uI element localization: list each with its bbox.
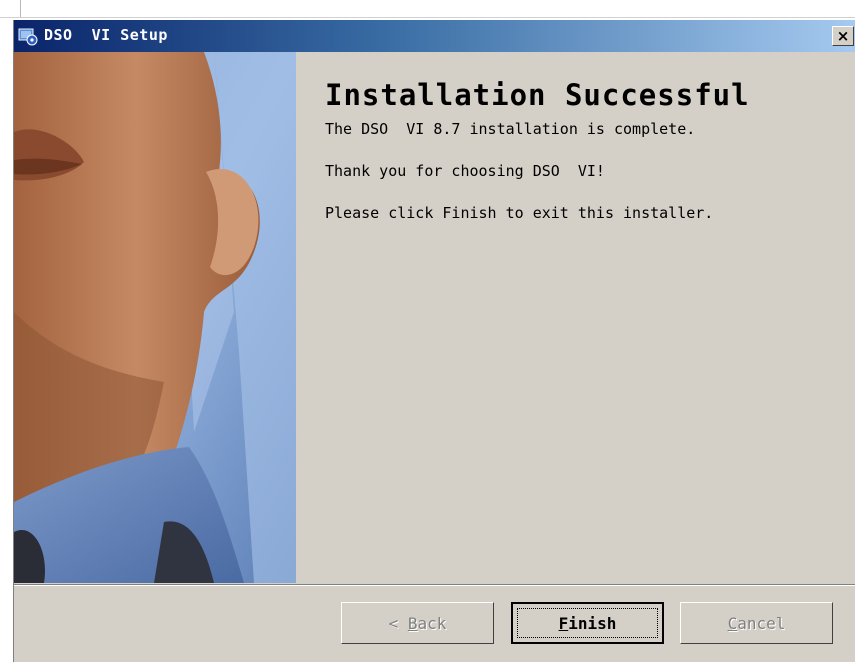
- close-button[interactable]: ×: [832, 26, 854, 46]
- finish-instruction: Please click Finish to exit this install…: [325, 204, 714, 222]
- finish-button[interactable]: Finish: [511, 602, 664, 644]
- page-heading: Installation Successful: [325, 78, 750, 112]
- back-button-label: < Back: [388, 613, 447, 633]
- content-panel: Installation Successful The DSO VI 8.7 i…: [325, 78, 750, 222]
- title-bar[interactable]: DSO VI Setup ×: [14, 20, 855, 52]
- back-button[interactable]: < Back: [341, 602, 494, 644]
- focus-rect: [517, 608, 658, 638]
- desktop-guide-line: [20, 0, 21, 17]
- cancel-button-label: Cancel: [727, 613, 786, 633]
- setup-app-icon: [18, 28, 38, 46]
- desktop-guide-line: [0, 17, 855, 18]
- window-title: DSO VI Setup: [44, 26, 168, 44]
- thank-you-message: Thank you for choosing DSO VI!: [325, 162, 605, 180]
- button-separator: [14, 584, 855, 586]
- completion-message: The DSO VI 8.7 installation is complete.: [325, 120, 696, 138]
- cancel-button[interactable]: Cancel: [680, 602, 833, 644]
- setup-dialog: DSO VI Setup × Installation Successful T…: [13, 20, 855, 662]
- close-icon: ×: [836, 26, 850, 45]
- side-banner-image: [14, 52, 296, 583]
